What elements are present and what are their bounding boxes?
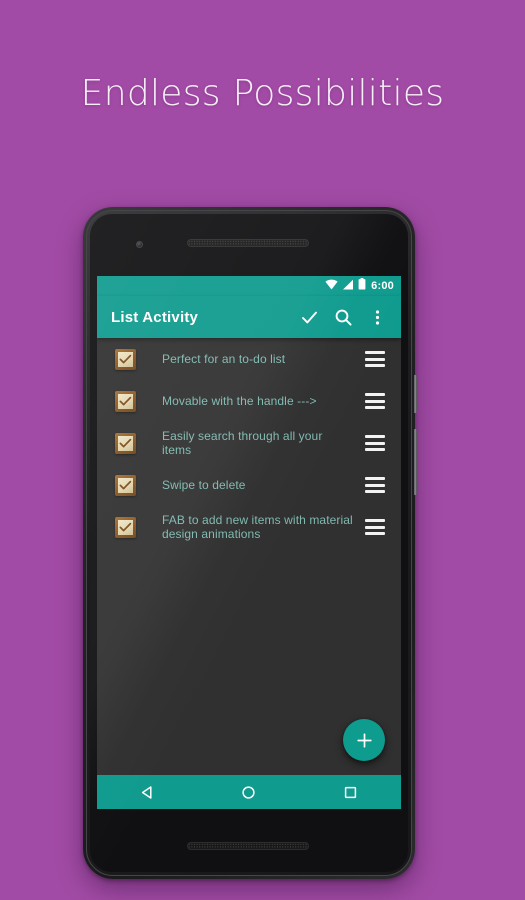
phone-device-mockup: 6:00 List Activity Perfect for an to-do …: [83, 207, 417, 879]
list-item-label: FAB to add new items with material desig…: [162, 513, 353, 541]
list-item-label: Swipe to delete: [162, 478, 246, 492]
back-triangle-icon: [142, 785, 152, 799]
bottom-speaker-grille: [187, 842, 309, 850]
list-item-label: Movable with the handle --->: [162, 394, 317, 408]
checkmark-icon: [119, 438, 132, 447]
power-button[interactable]: [414, 375, 417, 413]
app-bar: List Activity: [97, 296, 401, 338]
drag-handle-icon[interactable]: [365, 351, 385, 367]
table-row[interactable]: Movable with the handle --->: [97, 380, 401, 422]
status-clock: 6:00: [371, 280, 394, 292]
phone-screen: 6:00 List Activity Perfect for an to-do …: [97, 276, 401, 809]
nav-recents-button[interactable]: [327, 775, 373, 809]
row-checkbox[interactable]: [115, 390, 136, 412]
table-row[interactable]: Perfect for an to-do list: [97, 338, 401, 380]
drag-handle-icon[interactable]: [365, 519, 385, 535]
earpiece-speaker-grille: [187, 239, 309, 247]
table-row[interactable]: Easily search through all your items: [97, 422, 401, 464]
list-item-label: Perfect for an to-do list: [162, 352, 286, 366]
check-icon[interactable]: [292, 300, 326, 334]
drag-handle-icon[interactable]: [365, 477, 385, 493]
search-icon[interactable]: [326, 300, 360, 334]
checkbox-face: [118, 435, 133, 451]
phone-bottom-bezel: [90, 814, 408, 872]
checkmark-icon: [119, 480, 132, 489]
battery-icon: [358, 277, 366, 295]
list-item-label: Easily search through all your items: [162, 429, 323, 457]
plus-icon: [356, 732, 372, 748]
phone-glass: 6:00 List Activity Perfect for an to-do …: [90, 214, 408, 872]
row-checkbox[interactable]: [115, 348, 136, 370]
promo-headline: Endless Possibilities: [80, 73, 445, 114]
home-circle-icon: [242, 785, 256, 799]
row-checkbox[interactable]: [115, 516, 136, 538]
checkmark-icon: [119, 396, 132, 405]
table-row[interactable]: Swipe to delete: [97, 464, 401, 506]
nav-home-button[interactable]: [226, 775, 272, 809]
nav-back-button[interactable]: [125, 775, 171, 809]
row-checkbox[interactable]: [115, 474, 136, 496]
phone-top-bezel: [90, 214, 408, 276]
table-row[interactable]: FAB to add new items with material desig…: [97, 506, 401, 548]
add-fab[interactable]: [343, 719, 385, 761]
checkmark-icon: [119, 354, 132, 363]
checkbox-face: [118, 393, 133, 409]
checkbox-face: [118, 351, 133, 367]
wifi-icon: [325, 277, 338, 295]
checkbox-face: [118, 477, 133, 493]
recents-square-icon: [344, 786, 356, 798]
drag-handle-icon[interactable]: [365, 393, 385, 409]
status-bar: 6:00: [97, 276, 401, 296]
front-camera-icon: [136, 241, 143, 248]
signal-icon: [342, 277, 354, 295]
navigation-bar: [97, 775, 401, 809]
app-bar-title: List Activity: [111, 308, 199, 326]
todo-list[interactable]: Perfect for an to-do list Movable with t…: [97, 338, 401, 775]
overflow-menu-icon[interactable]: [360, 300, 394, 334]
volume-button[interactable]: [414, 429, 417, 495]
row-checkbox[interactable]: [115, 432, 136, 454]
checkmark-icon: [119, 522, 132, 531]
checkbox-face: [118, 519, 133, 535]
drag-handle-icon[interactable]: [365, 435, 385, 451]
